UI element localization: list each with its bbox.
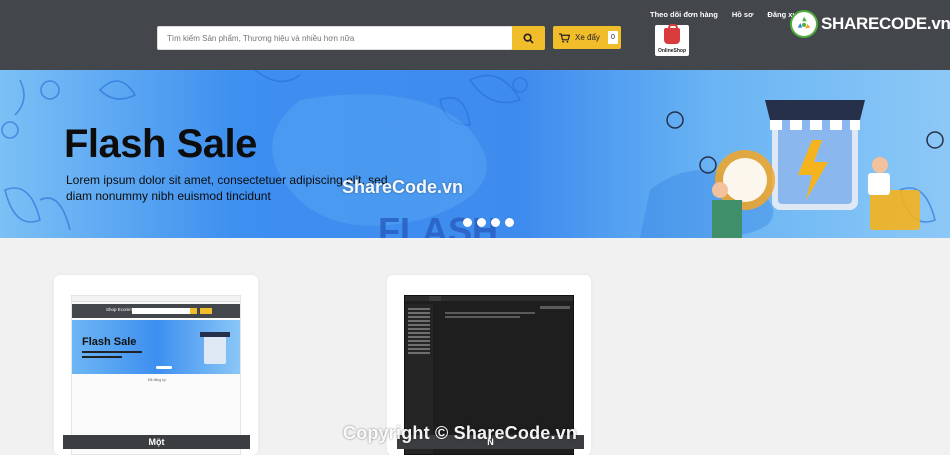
carousel-dot[interactable] (477, 218, 486, 227)
hero-banner: Flash Sale Lorem ipsum dolor sit amet, c… (0, 70, 950, 238)
cart-icon (559, 32, 570, 43)
copyright-watermark: Copyright © ShareCode.vn (343, 423, 578, 443)
carousel-dot[interactable] (505, 218, 514, 227)
sharecode-watermark: ShareCode.vn (342, 177, 464, 197)
card-label: Một (63, 435, 250, 449)
header: Theo dõi đơn hàng Hồ sơ Đăng xuất Xe đẩy… (0, 0, 950, 70)
cart-label: Xe đẩy (575, 33, 600, 42)
carousel-dot[interactable] (491, 218, 500, 227)
carousel-dots (463, 218, 514, 227)
sharecode-brand: SHARECODE.vn (790, 10, 950, 38)
top-links: Theo dõi đơn hàng Hồ sơ Đăng xuất (650, 10, 804, 19)
thumbnail-banner-title: Flash Sale (82, 336, 137, 348)
shop-logo[interactable]: OnlineShop (655, 24, 689, 56)
carousel-dot[interactable] (463, 218, 472, 227)
shopping-bag-icon (664, 24, 680, 44)
sharecode-brand-text: SHARECODE.vn (821, 14, 950, 33)
product-card[interactable]: Shop Ecommerce Flash Sale Đã đăng ký Một (54, 275, 258, 455)
search-box (157, 26, 513, 50)
sharecode-logo-icon (790, 10, 818, 38)
track-order-link[interactable]: Theo dõi đơn hàng (650, 10, 718, 19)
cart-button[interactable]: Xe đẩy 0 (553, 26, 621, 49)
shop-logo-text: OnlineShop (657, 48, 687, 54)
thumbnail-caption: Đã đăng ký (148, 378, 166, 382)
search-input[interactable] (158, 27, 512, 49)
search-icon (523, 32, 534, 44)
banner-title: Flash Sale (64, 122, 257, 166)
search-button[interactable] (512, 26, 545, 50)
cart-count-badge: 0 (607, 31, 618, 44)
profile-link[interactable]: Hồ sơ (732, 10, 754, 19)
card-thumbnail: Shop Ecommerce Flash Sale Đã đăng ký (71, 295, 241, 455)
